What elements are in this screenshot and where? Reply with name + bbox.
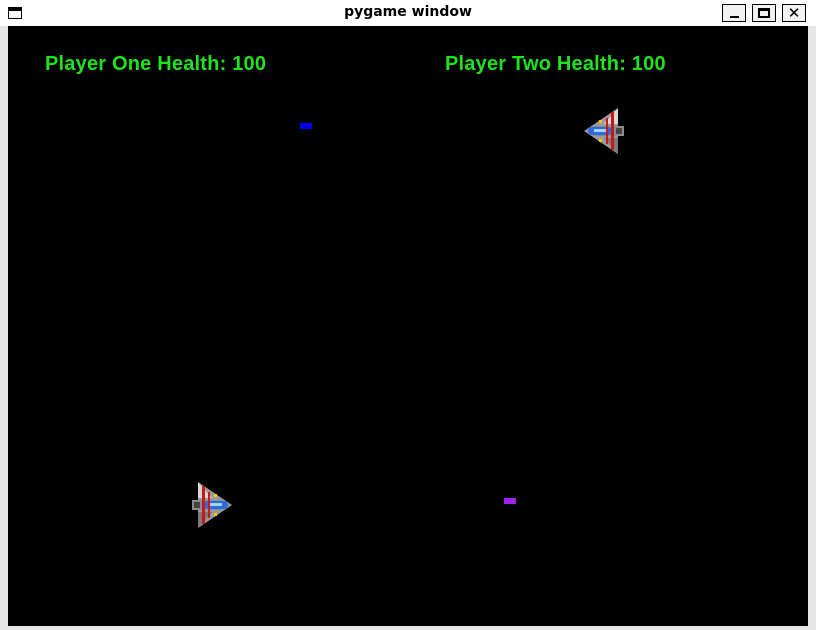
player-two-health: Player Two Health: 100 [445, 53, 666, 75]
player-two-ship [584, 108, 624, 154]
blue-bullet [300, 123, 312, 129]
close-icon: ✕ [787, 4, 801, 22]
close-button[interactable]: ✕ [782, 4, 806, 22]
title-bar[interactable]: pygame window ✕ [0, 0, 816, 26]
maximize-icon [758, 8, 770, 18]
minimize-button[interactable] [722, 4, 746, 22]
player-one-ship [192, 482, 232, 528]
purple-bullet [504, 498, 516, 504]
game-canvas[interactable]: Player One Health: 100 Player Two Health… [8, 26, 808, 626]
window-frame: Player One Health: 100 Player Two Health… [0, 26, 816, 630]
minimize-icon [730, 16, 739, 18]
maximize-button[interactable] [752, 4, 776, 22]
player-one-health: Player One Health: 100 [45, 53, 267, 75]
window-title: pygame window [344, 4, 472, 20]
